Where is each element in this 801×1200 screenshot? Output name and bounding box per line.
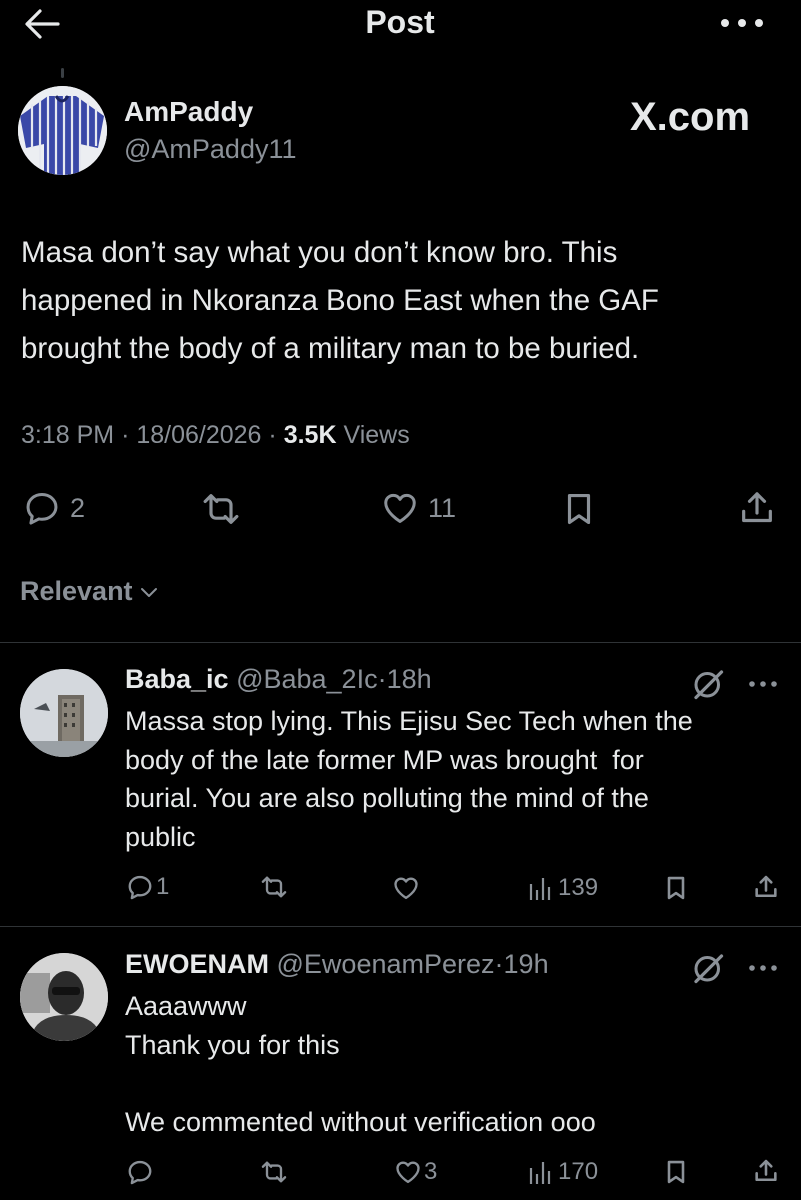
views-label: Views xyxy=(343,421,410,449)
reply-repost-button[interactable] xyxy=(258,1158,290,1186)
views-chart-icon xyxy=(529,878,551,900)
repost-button[interactable] xyxy=(198,489,244,529)
reply-button[interactable]: 2 xyxy=(22,489,85,527)
bookmark-button[interactable] xyxy=(560,489,598,529)
reply-text-line: We commented without verification ooo xyxy=(125,1106,596,1137)
reply-reply-button[interactable]: 1 xyxy=(126,873,169,901)
reply-handle[interactable]: @EwoenamPerez xyxy=(277,949,495,979)
repost-icon xyxy=(261,1161,287,1183)
reply-header: Baba_ic @Baba_2Ic·18h xyxy=(125,664,432,695)
reply-share-button[interactable] xyxy=(752,873,780,901)
views-count: 139 xyxy=(558,874,599,901)
like-count: 3 xyxy=(424,1158,438,1185)
sort-label: Relevant xyxy=(20,576,133,606)
smock-garment-image xyxy=(18,86,107,175)
repost-icon xyxy=(261,876,287,898)
separator: · xyxy=(494,949,504,979)
back-button[interactable] xyxy=(22,4,66,44)
reply-like-button[interactable] xyxy=(392,874,420,902)
reply-time: 18h xyxy=(386,664,432,694)
reply-text-line: Aaaawww xyxy=(125,991,247,1021)
reply-more-button[interactable] xyxy=(747,958,779,978)
reply-display-name[interactable]: EWOENAM xyxy=(125,949,269,979)
grok-button[interactable] xyxy=(690,666,726,702)
reply-header: EWOENAM @EwoenamPerez·19h xyxy=(125,949,549,980)
author-handle[interactable]: @AmPaddy11 xyxy=(124,134,297,165)
xcom-watermark: X.com xyxy=(630,95,751,139)
views-count: 170 xyxy=(558,1158,599,1185)
bookmark-icon xyxy=(667,1160,685,1184)
reply-icon xyxy=(26,493,58,525)
person-photo-image xyxy=(20,953,108,1041)
share-icon xyxy=(755,1159,777,1182)
post-meta: 3:18 PM · 18/06/2026 · 3.5K Views xyxy=(21,421,410,450)
building-image xyxy=(20,669,108,757)
like-button[interactable]: 11 xyxy=(380,489,456,527)
share-icon xyxy=(742,492,772,523)
reply-text-line: burial. You are also polluting the mind … xyxy=(125,783,649,813)
more-dots-icon xyxy=(721,19,763,27)
reply-handle[interactable]: @Baba_2Ic xyxy=(236,664,378,694)
reply-text-line xyxy=(125,1064,785,1103)
divider xyxy=(0,926,801,927)
reply-repost-button[interactable] xyxy=(258,873,290,901)
reply-text-line: Massa stop lying. This Ejisu Sec Tech wh… xyxy=(125,706,693,736)
author-display-name[interactable]: AmPaddy xyxy=(124,96,253,128)
separator: · xyxy=(377,664,387,694)
reply-time: 19h xyxy=(503,949,549,979)
repost-icon xyxy=(203,494,239,524)
reply-avatar[interactable] xyxy=(20,953,108,1041)
heart-icon xyxy=(396,1161,420,1184)
reply-like-button[interactable]: 3 xyxy=(394,1158,437,1186)
reply-icon xyxy=(128,875,152,900)
post-text-line: happened in Nkoranza Bono East when the … xyxy=(21,284,659,317)
reply-avatar[interactable] xyxy=(20,669,108,757)
chevron-down-icon xyxy=(140,587,157,597)
reply-text: Massa stop lying. This Ejisu Sec Tech wh… xyxy=(125,702,785,856)
post-date: 18/06/2026 xyxy=(136,421,262,449)
post-text-line: Masa don’t say what you don’t know bro. … xyxy=(21,236,618,269)
reply-bookmark-button[interactable] xyxy=(662,874,690,902)
share-button[interactable] xyxy=(737,488,777,528)
thread-line xyxy=(61,68,64,78)
like-count: 11 xyxy=(428,492,457,523)
bookmark-icon xyxy=(567,493,591,525)
reply-share-button[interactable] xyxy=(752,1157,780,1185)
grok-icon xyxy=(694,954,724,984)
separator: · xyxy=(268,421,277,449)
reply-views-button[interactable]: 170 xyxy=(528,1158,598,1186)
page-title: Post xyxy=(365,4,435,40)
arrow-left-icon xyxy=(25,9,60,39)
reply-sort-dropdown[interactable]: Relevant xyxy=(20,576,161,607)
heart-icon xyxy=(384,493,416,523)
more-dots-icon xyxy=(749,681,777,687)
reply-display-name[interactable]: Baba_ic xyxy=(125,664,229,694)
reply-count: 2 xyxy=(70,492,86,523)
reply-bookmark-button[interactable] xyxy=(662,1158,690,1186)
grok-icon xyxy=(694,670,724,700)
reply-text-line: Thank you for this xyxy=(125,1029,340,1060)
reply-text: Aaaawww Thank you for this We commented … xyxy=(125,987,785,1141)
reply-reply-button[interactable] xyxy=(126,1158,154,1186)
author-avatar[interactable] xyxy=(18,86,107,175)
views-chart-icon xyxy=(529,1162,551,1184)
reply-text-line: body of the late former MP was brought f… xyxy=(125,744,644,775)
reply-icon xyxy=(128,1160,152,1185)
post-text-line: brought the body of a military man to be… xyxy=(21,332,640,365)
grok-button[interactable] xyxy=(690,950,726,986)
post-time: 3:18 PM xyxy=(21,421,115,449)
divider xyxy=(0,642,801,643)
post-text: Masa don’t say what you don’t know bro. … xyxy=(21,229,791,373)
reply-count: 1 xyxy=(156,873,170,900)
bookmark-icon xyxy=(667,876,685,900)
reply-more-button[interactable] xyxy=(747,674,779,694)
separator: · xyxy=(121,421,130,449)
more-options-button[interactable] xyxy=(718,8,768,38)
more-dots-icon xyxy=(749,965,777,971)
views-count: 3.5K xyxy=(283,421,337,449)
heart-icon xyxy=(394,877,418,900)
reply-views-button[interactable]: 139 xyxy=(528,874,598,902)
share-icon xyxy=(755,875,777,898)
reply-text-line: public xyxy=(125,821,196,852)
